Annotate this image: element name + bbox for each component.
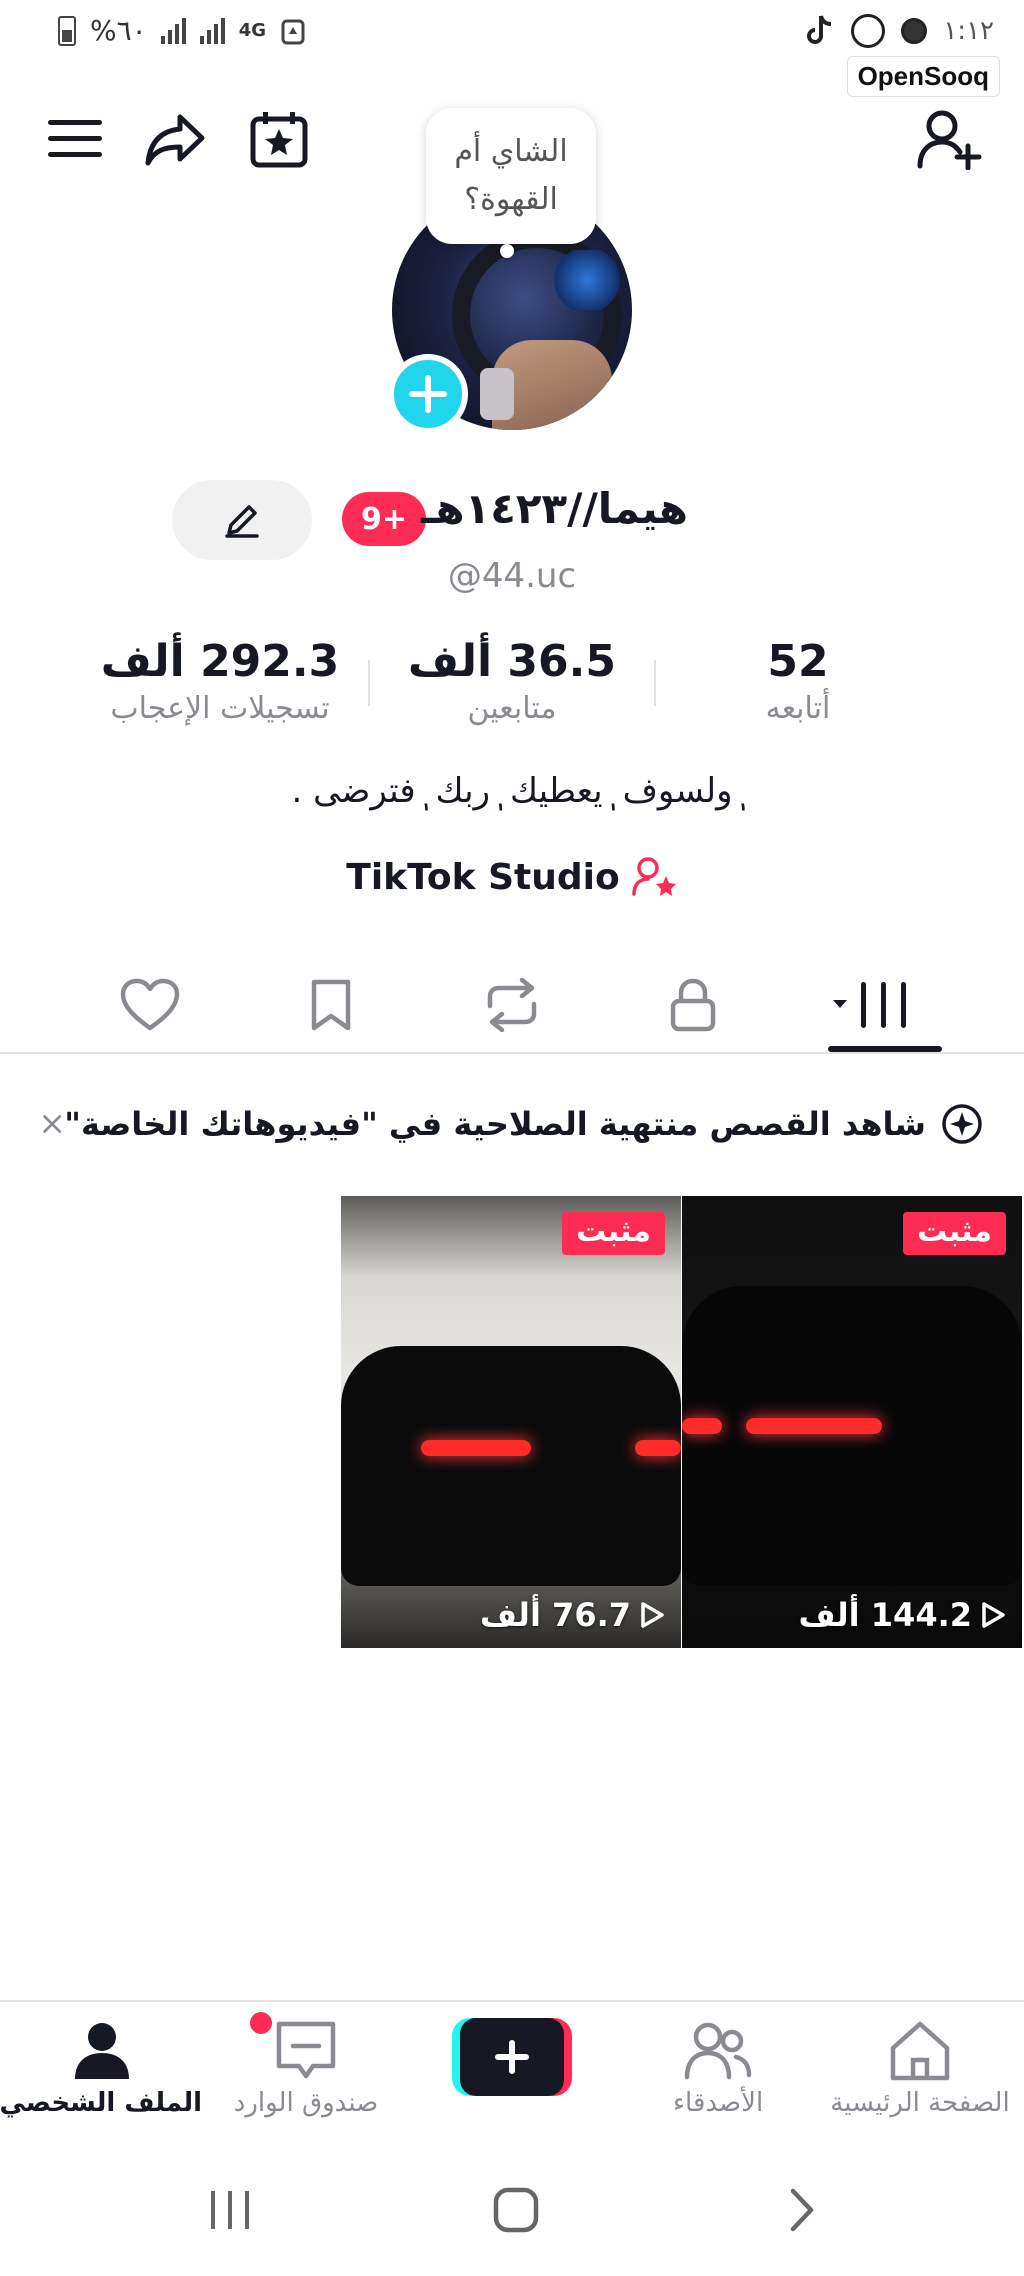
stat-divider	[368, 660, 370, 706]
pinned-badge: مثبت	[562, 1212, 665, 1255]
status-bar: %٦٠ 4G ١:١٢ OpenSooq	[0, 0, 1024, 97]
following-label: أتابعه	[765, 691, 831, 726]
profile-bio: ٖولسوف ٖيعطيك ٖربك ٖفترضى .	[291, 771, 733, 811]
recent-apps-icon	[211, 2191, 249, 2229]
pinned-badge: مثبت	[903, 1212, 1006, 1255]
alarm-icon	[281, 19, 305, 44]
notification-dot-icon	[901, 18, 928, 44]
creator-star-icon	[631, 857, 676, 896]
banner-text: شاهد القصص منتهية الصلاحية في "فيديوهاتك…	[64, 1105, 926, 1143]
followers-count: 36.5 ألف	[408, 636, 616, 687]
back-system-button[interactable]	[762, 2180, 842, 2240]
profile-icon	[75, 2023, 129, 2079]
video-views: 144.2 ألف	[799, 1596, 1006, 1634]
heart-icon	[121, 978, 180, 1031]
tiktok-notification-icon	[807, 15, 832, 44]
studio-label: TikTok Studio	[346, 856, 620, 898]
likes-count: 292.3 ألف	[100, 636, 340, 687]
stat-divider	[654, 660, 656, 706]
status-right: ١:١٢	[805, 14, 994, 48]
expired-stories-banner[interactable]: شاهد القصص منتهية الصلاحية في "فيديوهاتك…	[40, 1094, 984, 1154]
add-story-button[interactable]	[388, 354, 468, 434]
repost-icon	[487, 978, 537, 1032]
following-stat[interactable]: 52 أتابعه	[718, 636, 878, 726]
plus-icon	[409, 375, 447, 413]
nav-home[interactable]: الصفحة الرئيسية	[820, 2014, 1020, 2118]
home-system-icon	[493, 2187, 539, 2233]
followers-label: متابعين	[467, 691, 557, 726]
battery-icon	[58, 15, 76, 46]
profile-name: هيما//١٤٢٣هـ	[421, 484, 688, 533]
status-left: %٦٠ 4G	[58, 14, 306, 47]
likes-label: تسجيلات الإعجاب	[110, 691, 330, 726]
close-icon[interactable]	[40, 1108, 64, 1140]
chevron-right-icon	[790, 2188, 814, 2232]
signal-icon	[199, 17, 225, 44]
add-friend-icon[interactable]	[914, 104, 984, 174]
lock-icon	[670, 978, 716, 1032]
story-add-icon	[942, 1104, 982, 1144]
bottom-nav-divider	[0, 2000, 1024, 2002]
name-badge[interactable]: 9+	[342, 492, 426, 546]
following-count: 52	[767, 636, 829, 687]
tab-videos-grid[interactable]	[824, 965, 924, 1045]
network-type: 4G	[238, 20, 266, 41]
video-views: 76.7 ألف	[480, 1596, 665, 1634]
video-thumbnail[interactable]: مثبت 144.2 ألف	[682, 1196, 1022, 1648]
status-time: ١:١٢	[943, 16, 994, 46]
inbox-notification-dot	[250, 2012, 272, 2034]
tab-reposts[interactable]	[462, 965, 562, 1045]
tab-liked[interactable]	[100, 965, 200, 1045]
tab-favorites[interactable]	[281, 965, 381, 1045]
nav-profile[interactable]: الملف الشخصي	[0, 2014, 202, 2118]
share-icon[interactable]	[140, 104, 210, 174]
video-views-count: 76.7 ألف	[479, 1596, 631, 1634]
whatsapp-icon	[851, 14, 886, 48]
battery-text: %٦٠	[90, 14, 147, 47]
banner-text-group: شاهد القصص منتهية الصلاحية في "فيديوهاتك…	[64, 1102, 984, 1146]
opensooq-watermark: OpenSooq	[846, 56, 1000, 97]
nav-inbox[interactable]: صندوق الوارد	[206, 2014, 406, 2118]
nav-inbox-label: صندوق الوارد	[233, 2088, 379, 2118]
tiktok-studio-link[interactable]: TikTok Studio	[0, 856, 1024, 898]
tabs-divider	[0, 1052, 1024, 1054]
friends-icon	[684, 2022, 752, 2080]
create-button[interactable]	[452, 2018, 572, 2096]
note-speech-bubble[interactable]: الشاي أم القهوة؟	[426, 108, 596, 258]
bookmark-icon	[311, 979, 351, 1031]
home-system-button[interactable]	[476, 2180, 556, 2240]
videos-grid-icon	[832, 982, 906, 1028]
speech-bubble-text: الشاي أم القهوة؟	[454, 134, 568, 217]
likes-stat[interactable]: 292.3 ألف تسجيلات الإعجاب	[90, 636, 350, 726]
nav-profile-label: الملف الشخصي	[0, 2088, 202, 2118]
nav-friends-label: الأصدقاء	[672, 2088, 764, 2118]
tab-private[interactable]	[643, 965, 743, 1045]
followers-stat[interactable]: 36.5 ألف متابعين	[392, 636, 632, 726]
nav-home-label: الصفحة الرئيسية	[830, 2088, 1010, 2118]
play-icon	[982, 1602, 1005, 1628]
profile-tabs	[0, 955, 1024, 1055]
profile-username: @44.uc	[447, 556, 577, 596]
nav-friends[interactable]: الأصدقاء	[618, 2014, 818, 2118]
video-thumbnail[interactable]: مثبت 76.7 ألف	[341, 1196, 681, 1648]
menu-icon[interactable]	[40, 104, 110, 174]
plus-icon	[495, 2040, 529, 2074]
video-views-count: 144.2 ألف	[798, 1596, 972, 1634]
inbox-icon	[276, 2021, 336, 2079]
recent-apps-button[interactable]	[190, 2180, 270, 2240]
play-icon	[641, 1602, 664, 1628]
calendar-star-icon[interactable]	[244, 104, 314, 174]
home-icon	[890, 2021, 950, 2081]
signal-icon	[160, 17, 186, 44]
pencil-icon	[225, 505, 259, 538]
edit-profile-button[interactable]	[172, 480, 312, 560]
